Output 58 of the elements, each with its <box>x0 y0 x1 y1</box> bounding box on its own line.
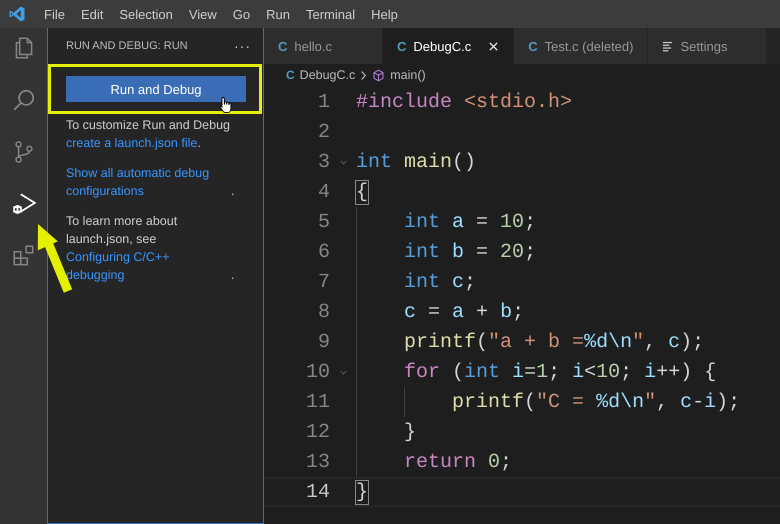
more-actions-button[interactable]: ··· <box>234 38 251 54</box>
line-number: 5 <box>316 210 330 234</box>
line-number: 3 <box>316 150 330 174</box>
line-number: 4 <box>316 180 330 204</box>
code-line: } <box>356 480 368 504</box>
close-icon[interactable] <box>488 40 500 52</box>
help-text: To learn more about launch.json, see Configuring C/C++ debugging . <box>66 213 236 284</box>
code-line: c = a + b; <box>403 300 524 324</box>
menu-item[interactable]: File <box>36 6 73 22</box>
run-debug-icon <box>10 191 36 217</box>
menu-item[interactable]: Edit <box>72 6 112 22</box>
line-number: 2 <box>316 120 330 144</box>
list-icon <box>662 40 674 52</box>
code-line: printf("C = %d\n", c-i); <box>451 390 740 414</box>
run-and-debug-button[interactable]: Run and Debug <box>66 76 246 102</box>
line-number: 7 <box>316 270 330 294</box>
menu-item[interactable]: Run <box>258 6 298 22</box>
code-line: for (int i=1; i<10; i++) { <box>403 360 716 384</box>
link[interactable]: Show all automatic debug configurations <box>66 164 231 200</box>
menu-item[interactable]: Terminal <box>298 6 364 22</box>
code-line: int c; <box>403 270 476 294</box>
menu-item[interactable]: View <box>180 6 225 22</box>
code-line: } <box>403 420 416 444</box>
help-text: To customize Run and Debug create a launch.json file. <box>66 117 231 152</box>
editor-tab[interactable]: C DebugC.c <box>383 28 514 64</box>
code-line: int a = 10; <box>403 210 536 234</box>
line-number: 6 <box>316 240 330 264</box>
code-line: int b = 20; <box>403 240 536 264</box>
file-type-letter: C <box>286 68 295 82</box>
line-number: 1 <box>316 90 330 114</box>
line-number: 13 <box>304 450 330 474</box>
menu-item[interactable]: Help <box>363 6 406 22</box>
code-line: { <box>356 180 368 204</box>
code-line: printf("a + b =%d\n", c); <box>403 330 704 354</box>
editor-tab[interactable]: C hello.c <box>264 28 383 64</box>
app-logo-icon <box>8 5 26 23</box>
code-line: return 0; <box>403 450 512 474</box>
chevron-icon <box>360 70 368 80</box>
code-line: #include <stdio.h> <box>356 90 572 114</box>
menu-item[interactable]: Go <box>224 6 258 22</box>
link[interactable]: Configuring C/C++ debugging <box>66 248 231 284</box>
editor-tab[interactable]: Settings <box>648 28 768 64</box>
hand-cursor-icon <box>219 96 233 114</box>
line-number: 14 <box>304 480 330 504</box>
editor-tab[interactable]: C Test.c (deleted) <box>514 28 648 64</box>
breadcrumb[interactable]: DebugC.c <box>300 68 356 82</box>
breadcrumb[interactable]: main() <box>390 68 426 82</box>
cube-icon <box>372 68 386 82</box>
line-number: 10 <box>304 360 330 384</box>
help-text: Show all automatic debug configurations . <box>66 164 236 200</box>
code-line: int main() <box>356 150 476 174</box>
line-number: 8 <box>316 300 330 324</box>
line-number: 12 <box>304 420 330 444</box>
menu-item[interactable]: Selection <box>111 6 181 22</box>
line-number: 9 <box>316 330 330 354</box>
link[interactable]: create a launch.json file <box>66 134 198 152</box>
line-number: 11 <box>304 390 330 414</box>
panel-title: RUN AND DEBUG: RUN <box>66 40 188 52</box>
